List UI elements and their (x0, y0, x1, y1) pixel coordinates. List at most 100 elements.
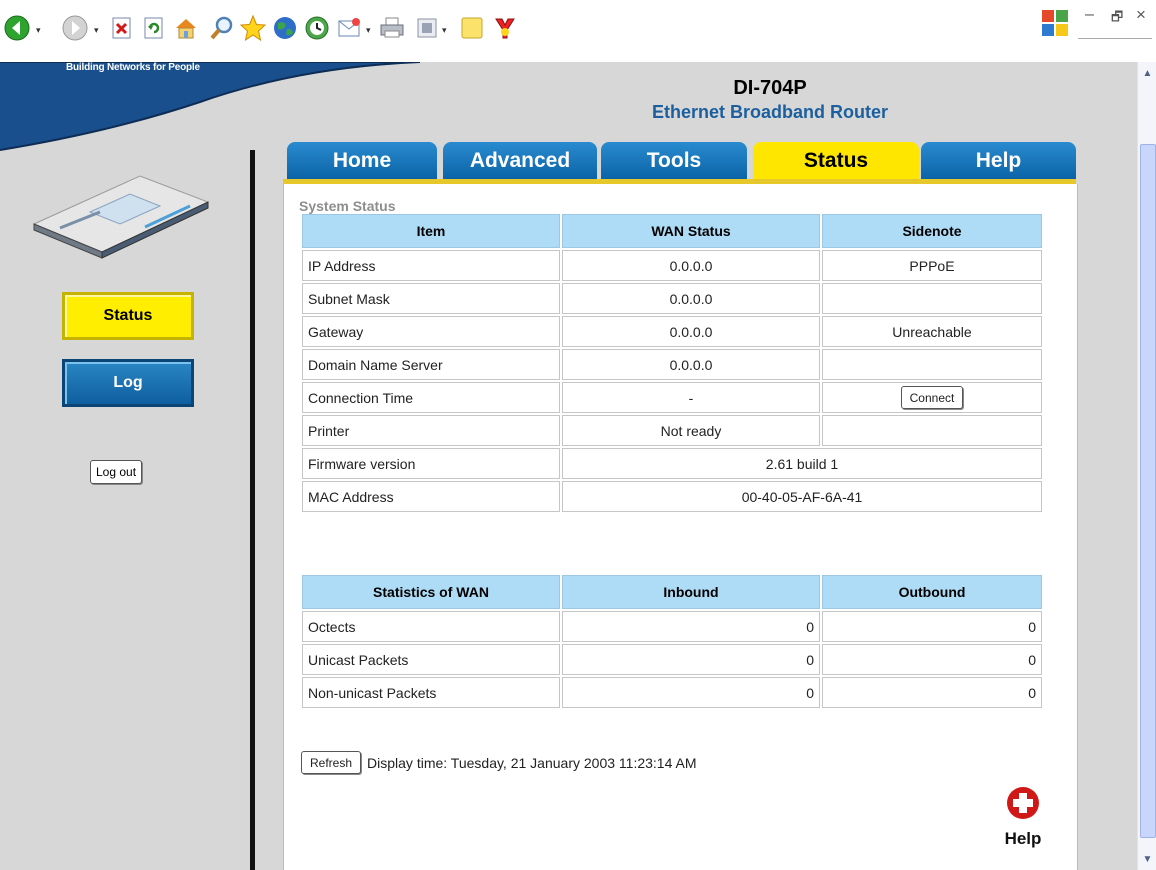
refresh-row: Refresh Display time: Tuesday, 21 Januar… (301, 751, 696, 774)
status-content: System Status Item WAN Status Sidenote I… (283, 184, 1078, 870)
table-row: Connection Time - Connect (302, 382, 1042, 413)
brand-tagline: Building Networks for People (66, 62, 200, 73)
table-row: Subnet Mask 0.0.0.0 (302, 283, 1042, 314)
row-value: 0.0.0.0 (562, 250, 820, 281)
row-value: Not ready (562, 415, 820, 446)
inbound-value: 0 (562, 644, 820, 675)
history-icon[interactable] (302, 13, 332, 43)
tab-tools[interactable]: Tools (601, 142, 747, 179)
model-heading: DI-704P Ethernet Broadband Router (620, 77, 920, 123)
back-icon[interactable] (2, 13, 32, 43)
scroll-down-icon[interactable]: ▼ (1140, 852, 1155, 866)
row-value: 00-40-05-AF-6A-41 (562, 481, 1042, 512)
table-row: IP Address 0.0.0.0 PPPoE (302, 250, 1042, 281)
row-label: Subnet Mask (302, 283, 560, 314)
favorites-icon[interactable] (238, 13, 268, 43)
row-label: Firmware version (302, 448, 560, 479)
tab-advanced[interactable]: Advanced (443, 142, 597, 179)
column-header: Outbound (822, 575, 1042, 609)
row-value: 0.0.0.0 (562, 283, 820, 314)
table-row: Domain Name Server 0.0.0.0 (302, 349, 1042, 380)
table-row: Unicast Packets 0 0 (302, 644, 1042, 675)
minimize-icon[interactable]: – (1085, 6, 1094, 24)
row-note (822, 415, 1042, 446)
row-note: Unreachable (822, 316, 1042, 347)
outbound-value: 0 (822, 677, 1042, 708)
table-row: Firmware version 2.61 build 1 (302, 448, 1042, 479)
table-row: MAC Address 00-40-05-AF-6A-41 (302, 481, 1042, 512)
windows-logo-icon (1040, 6, 1070, 40)
column-header: Item (302, 214, 560, 248)
toolbar-divider (1078, 38, 1152, 39)
column-header: Sidenote (822, 214, 1042, 248)
media-icon[interactable] (270, 13, 300, 43)
refresh-button[interactable]: Refresh (301, 751, 362, 774)
router-page: Building Networks for People DI-704P Eth… (0, 62, 1137, 870)
row-note: PPPoE (822, 250, 1042, 281)
print-icon[interactable] (377, 13, 407, 43)
row-note (822, 349, 1042, 380)
tab-home[interactable]: Home (287, 142, 437, 179)
stop-icon[interactable] (107, 13, 137, 43)
row-label: Non-unicast Packets (302, 677, 560, 708)
scrollbar-thumb[interactable] (1140, 144, 1156, 838)
row-label: Domain Name Server (302, 349, 560, 380)
row-value: 2.61 build 1 (562, 448, 1042, 479)
forward-icon[interactable] (60, 13, 90, 43)
connect-button[interactable]: Connect (900, 386, 964, 409)
sidebar: Status Log Log out (0, 154, 258, 870)
logout-button[interactable]: Log out (90, 460, 143, 484)
sidebar-item-status[interactable]: Status (62, 292, 194, 340)
edit-dropdown-icon[interactable]: ▾ (442, 25, 447, 36)
inbound-value: 0 (562, 677, 820, 708)
row-label: Octects (302, 611, 560, 642)
system-status-table: Item WAN Status Sidenote IP Address 0.0.… (300, 212, 1044, 514)
table-row: Printer Not ready (302, 415, 1042, 446)
notes-icon[interactable] (457, 13, 487, 43)
table-row: Gateway 0.0.0.0 Unreachable (302, 316, 1042, 347)
column-header: WAN Status (562, 214, 820, 248)
row-label: IP Address (302, 250, 560, 281)
back-dropdown-icon[interactable]: ▾ (36, 25, 41, 36)
mail-dropdown-icon[interactable]: ▾ (366, 25, 371, 36)
column-header: Statistics of WAN (302, 575, 560, 609)
row-value: 0.0.0.0 (562, 349, 820, 380)
row-value: 0.0.0.0 (562, 316, 820, 347)
model-description: Ethernet Broadband Router (651, 102, 888, 122)
row-label: Connection Time (302, 382, 560, 413)
router-device-image (30, 172, 212, 265)
mail-icon[interactable] (335, 13, 365, 43)
wan-statistics-table: Statistics of WAN Inbound Outbound Octec… (300, 573, 1044, 710)
forward-dropdown-icon[interactable]: ▾ (94, 25, 99, 36)
messenger-icon[interactable] (490, 13, 520, 43)
display-time: Display time: Tuesday, 21 January 2003 1… (367, 754, 697, 771)
search-icon[interactable] (207, 13, 237, 43)
tab-status[interactable]: Status (753, 142, 919, 179)
edit-icon[interactable] (412, 13, 442, 43)
browser-toolbar: ▾ ▾ ▾ ▾ – 🗗 × (0, 0, 1156, 62)
row-note: Connect (822, 382, 1042, 413)
tab-help[interactable]: Help (921, 142, 1076, 179)
help-plus-icon (1007, 787, 1039, 819)
row-label: Printer (302, 415, 560, 446)
restore-icon[interactable]: 🗗 (1111, 8, 1123, 30)
row-value: - (562, 382, 820, 413)
home-icon[interactable] (171, 13, 201, 43)
column-header: Inbound (562, 575, 820, 609)
scroll-up-icon[interactable]: ▲ (1140, 66, 1155, 80)
help-link[interactable]: Help (988, 786, 1058, 849)
row-label: MAC Address (302, 481, 560, 512)
sidebar-divider (250, 150, 255, 870)
model-name: DI-704P (733, 77, 807, 99)
table-header-row: Item WAN Status Sidenote (302, 214, 1042, 248)
main-tabs: Home Advanced Tools Status Help (283, 142, 1076, 182)
header-band: Building Networks for People DI-704P Eth… (0, 62, 1137, 154)
vertical-scrollbar[interactable]: ▲ ▼ (1137, 62, 1156, 870)
sidebar-item-log[interactable]: Log (62, 359, 194, 407)
close-icon[interactable]: × (1136, 5, 1146, 25)
refresh-icon[interactable] (139, 13, 169, 43)
row-label: Unicast Packets (302, 644, 560, 675)
inbound-value: 0 (562, 611, 820, 642)
row-note (822, 283, 1042, 314)
outbound-value: 0 (822, 611, 1042, 642)
